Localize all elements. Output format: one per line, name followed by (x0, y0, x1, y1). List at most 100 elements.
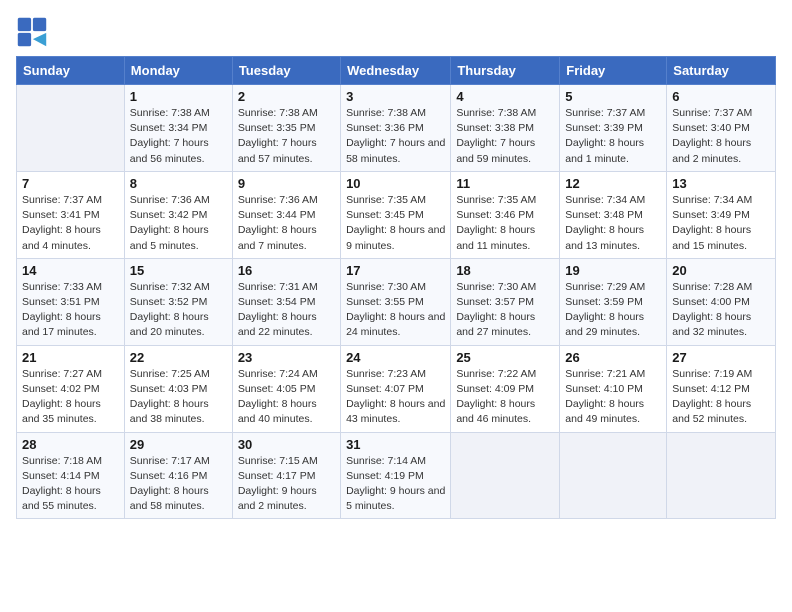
day-detail: Sunrise: 7:19 AMSunset: 4:12 PMDaylight:… (672, 367, 770, 428)
day-cell: 13 Sunrise: 7:34 AMSunset: 3:49 PMDayligh… (667, 171, 776, 258)
day-detail: Sunrise: 7:22 AMSunset: 4:09 PMDaylight:… (456, 367, 554, 428)
day-detail: Sunrise: 7:24 AMSunset: 4:05 PMDaylight:… (238, 367, 335, 428)
day-cell (667, 432, 776, 519)
day-detail: Sunrise: 7:38 AMSunset: 3:36 PMDaylight:… (346, 106, 445, 167)
col-header-tuesday: Tuesday (232, 57, 340, 85)
day-detail: Sunrise: 7:30 AMSunset: 3:57 PMDaylight:… (456, 280, 554, 341)
day-number: 21 (22, 350, 119, 365)
day-cell (451, 432, 560, 519)
col-header-friday: Friday (560, 57, 667, 85)
day-detail: Sunrise: 7:37 AMSunset: 3:40 PMDaylight:… (672, 106, 770, 167)
day-cell: 8 Sunrise: 7:36 AMSunset: 3:42 PMDaylight… (124, 171, 232, 258)
day-number: 24 (346, 350, 445, 365)
day-number: 15 (130, 263, 227, 278)
day-cell: 4 Sunrise: 7:38 AMSunset: 3:38 PMDaylight… (451, 85, 560, 172)
col-header-monday: Monday (124, 57, 232, 85)
day-detail: Sunrise: 7:36 AMSunset: 3:44 PMDaylight:… (238, 193, 335, 254)
day-number: 16 (238, 263, 335, 278)
day-number: 29 (130, 437, 227, 452)
day-cell: 25 Sunrise: 7:22 AMSunset: 4:09 PMDayligh… (451, 345, 560, 432)
day-cell: 16 Sunrise: 7:31 AMSunset: 3:54 PMDayligh… (232, 258, 340, 345)
day-detail: Sunrise: 7:18 AMSunset: 4:14 PMDaylight:… (22, 454, 119, 515)
col-header-saturday: Saturday (667, 57, 776, 85)
day-cell: 31 Sunrise: 7:14 AMSunset: 4:19 PMDayligh… (341, 432, 451, 519)
day-number: 10 (346, 176, 445, 191)
day-detail: Sunrise: 7:32 AMSunset: 3:52 PMDaylight:… (130, 280, 227, 341)
week-row-3: 14 Sunrise: 7:33 AMSunset: 3:51 PMDayligh… (17, 258, 776, 345)
day-number: 6 (672, 89, 770, 104)
page-header (16, 16, 776, 48)
logo (16, 16, 52, 48)
day-cell: 11Sunrise: 7:35 AMSunset: 3:46 PMDayligh… (451, 171, 560, 258)
day-detail: Sunrise: 7:15 AMSunset: 4:17 PMDaylight:… (238, 454, 335, 515)
day-detail: Sunrise: 7:28 AMSunset: 4:00 PMDaylight:… (672, 280, 770, 341)
day-cell: 7 Sunrise: 7:37 AMSunset: 3:41 PMDaylight… (17, 171, 125, 258)
day-number: 1 (130, 89, 227, 104)
day-number: 31 (346, 437, 445, 452)
day-detail: Sunrise: 7:30 AMSunset: 3:55 PMDaylight:… (346, 280, 445, 341)
day-number: 7 (22, 176, 119, 191)
week-row-2: 7 Sunrise: 7:37 AMSunset: 3:41 PMDaylight… (17, 171, 776, 258)
week-row-5: 28Sunrise: 7:18 AMSunset: 4:14 PMDayligh… (17, 432, 776, 519)
day-number: 26 (565, 350, 661, 365)
day-cell: 19Sunrise: 7:29 AMSunset: 3:59 PMDayligh… (560, 258, 667, 345)
day-number: 14 (22, 263, 119, 278)
day-cell: 29 Sunrise: 7:17 AMSunset: 4:16 PMDayligh… (124, 432, 232, 519)
day-cell: 28Sunrise: 7:18 AMSunset: 4:14 PMDayligh… (17, 432, 125, 519)
day-cell: 26Sunrise: 7:21 AMSunset: 4:10 PMDayligh… (560, 345, 667, 432)
day-cell (17, 85, 125, 172)
day-detail: Sunrise: 7:37 AMSunset: 3:41 PMDaylight:… (22, 193, 119, 254)
day-detail: Sunrise: 7:38 AMSunset: 3:38 PMDaylight:… (456, 106, 554, 167)
day-detail: Sunrise: 7:35 AMSunset: 3:45 PMDaylight:… (346, 193, 445, 254)
day-number: 9 (238, 176, 335, 191)
day-cell: 17Sunrise: 7:30 AMSunset: 3:55 PMDayligh… (341, 258, 451, 345)
day-detail: Sunrise: 7:37 AMSunset: 3:39 PMDaylight:… (565, 106, 661, 167)
calendar-header-row: SundayMondayTuesdayWednesdayThursdayFrid… (17, 57, 776, 85)
day-number: 19 (565, 263, 661, 278)
day-cell: 18 Sunrise: 7:30 AMSunset: 3:57 PMDayligh… (451, 258, 560, 345)
day-cell: 27 Sunrise: 7:19 AMSunset: 4:12 PMDayligh… (667, 345, 776, 432)
day-number: 8 (130, 176, 227, 191)
logo-icon (16, 16, 48, 48)
day-number: 18 (456, 263, 554, 278)
day-cell (560, 432, 667, 519)
day-cell: 20 Sunrise: 7:28 AMSunset: 4:00 PMDayligh… (667, 258, 776, 345)
day-detail: Sunrise: 7:38 AMSunset: 3:35 PMDaylight:… (238, 106, 335, 167)
day-cell: 12 Sunrise: 7:34 AMSunset: 3:48 PMDayligh… (560, 171, 667, 258)
day-detail: Sunrise: 7:34 AMSunset: 3:48 PMDaylight:… (565, 193, 661, 254)
day-cell: 3 Sunrise: 7:38 AMSunset: 3:36 PMDaylight… (341, 85, 451, 172)
day-number: 25 (456, 350, 554, 365)
day-number: 27 (672, 350, 770, 365)
day-detail: Sunrise: 7:34 AMSunset: 3:49 PMDaylight:… (672, 193, 770, 254)
calendar-table: SundayMondayTuesdayWednesdayThursdayFrid… (16, 56, 776, 519)
day-detail: Sunrise: 7:14 AMSunset: 4:19 PMDaylight:… (346, 454, 445, 515)
day-cell: 30Sunrise: 7:15 AMSunset: 4:17 PMDayligh… (232, 432, 340, 519)
day-cell: 21 Sunrise: 7:27 AMSunset: 4:02 PMDayligh… (17, 345, 125, 432)
day-cell: 5Sunrise: 7:37 AMSunset: 3:39 PMDaylight… (560, 85, 667, 172)
day-number: 13 (672, 176, 770, 191)
week-row-1: 1 Sunrise: 7:38 AMSunset: 3:34 PMDaylight… (17, 85, 776, 172)
col-header-thursday: Thursday (451, 57, 560, 85)
day-detail: Sunrise: 7:36 AMSunset: 3:42 PMDaylight:… (130, 193, 227, 254)
day-number: 22 (130, 350, 227, 365)
day-number: 20 (672, 263, 770, 278)
day-cell: 15 Sunrise: 7:32 AMSunset: 3:52 PMDayligh… (124, 258, 232, 345)
day-detail: Sunrise: 7:33 AMSunset: 3:51 PMDaylight:… (22, 280, 119, 341)
col-header-sunday: Sunday (17, 57, 125, 85)
day-cell: 22 Sunrise: 7:25 AMSunset: 4:03 PMDayligh… (124, 345, 232, 432)
day-number: 12 (565, 176, 661, 191)
day-detail: Sunrise: 7:25 AMSunset: 4:03 PMDaylight:… (130, 367, 227, 428)
day-cell: 24 Sunrise: 7:23 AMSunset: 4:07 PMDayligh… (341, 345, 451, 432)
day-number: 3 (346, 89, 445, 104)
day-number: 2 (238, 89, 335, 104)
day-detail: Sunrise: 7:38 AMSunset: 3:34 PMDaylight:… (130, 106, 227, 167)
day-cell: 10 Sunrise: 7:35 AMSunset: 3:45 PMDayligh… (341, 171, 451, 258)
day-detail: Sunrise: 7:17 AMSunset: 4:16 PMDaylight:… (130, 454, 227, 515)
col-header-wednesday: Wednesday (341, 57, 451, 85)
day-number: 4 (456, 89, 554, 104)
day-detail: Sunrise: 7:23 AMSunset: 4:07 PMDaylight:… (346, 367, 445, 428)
day-cell: 1 Sunrise: 7:38 AMSunset: 3:34 PMDaylight… (124, 85, 232, 172)
day-detail: Sunrise: 7:31 AMSunset: 3:54 PMDaylight:… (238, 280, 335, 341)
day-detail: Sunrise: 7:27 AMSunset: 4:02 PMDaylight:… (22, 367, 119, 428)
day-cell: 9 Sunrise: 7:36 AMSunset: 3:44 PMDaylight… (232, 171, 340, 258)
